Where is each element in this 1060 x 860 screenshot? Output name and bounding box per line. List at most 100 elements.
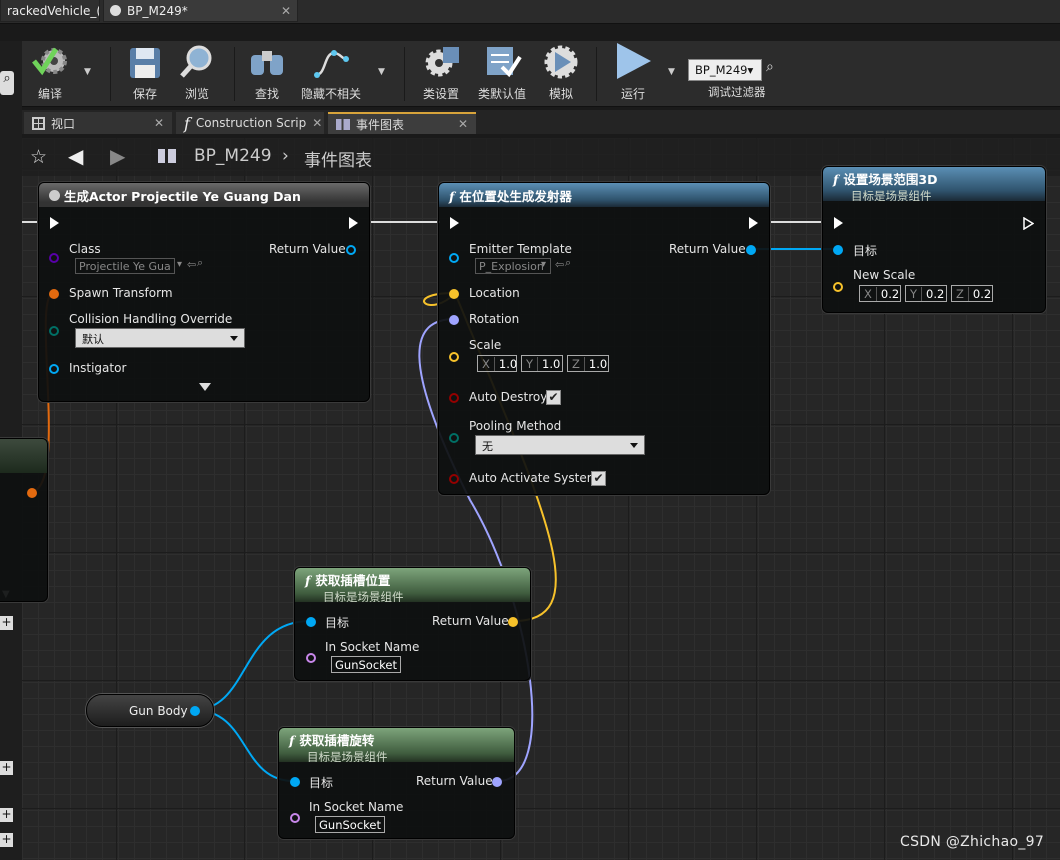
function-icon: f bbox=[289, 733, 295, 748]
new-scale-x-field[interactable]: X 0.2 bbox=[859, 285, 901, 302]
node-title: 生成Actor Projectile Ye Guang Dan bbox=[64, 189, 301, 204]
node-title: 设置场景范围3D bbox=[843, 172, 938, 187]
return-value-label: Return Value bbox=[269, 242, 346, 256]
axis-x-label: X bbox=[478, 356, 495, 371]
return-value-pin[interactable] bbox=[346, 245, 356, 255]
use-selected-arrow-icon[interactable]: ⇦ bbox=[555, 258, 564, 271]
output-pin[interactable] bbox=[190, 706, 200, 716]
scale-z-field[interactable]: Z 1.0 bbox=[567, 355, 609, 372]
target-pin[interactable] bbox=[290, 777, 300, 787]
pooling-method-label: Pooling Method bbox=[469, 419, 562, 433]
emitter-template-select[interactable]: P_Explosion bbox=[475, 258, 551, 274]
get-socket-rotation-node[interactable]: f 获取插槽旋转 目标是场景组件 目标 Return Value In Socke… bbox=[278, 727, 515, 839]
new-scale-label: New Scale bbox=[853, 268, 916, 282]
new-scale-y-value: 0.2 bbox=[926, 286, 945, 301]
return-value-label: Return Value bbox=[432, 614, 509, 628]
instigator-label: Instigator bbox=[69, 361, 127, 375]
function-icon: f bbox=[449, 189, 455, 204]
browse-icon[interactable]: ⌕ bbox=[197, 256, 203, 270]
socket-name-field[interactable]: GunSocket bbox=[331, 656, 401, 673]
new-scale-z-value: 0.2 bbox=[972, 286, 992, 301]
node-header: 生成Actor Projectile Ye Guang Dan bbox=[39, 183, 369, 207]
pooling-method-pin[interactable] bbox=[449, 433, 459, 443]
class-select[interactable]: Projectile Ye Gua bbox=[75, 258, 175, 274]
scale-pin[interactable] bbox=[449, 352, 459, 362]
emitter-template-label: Emitter Template bbox=[469, 242, 572, 256]
socket-name-pin[interactable] bbox=[290, 813, 300, 823]
expand-arrow-icon[interactable] bbox=[199, 383, 211, 391]
socket-name-pin[interactable] bbox=[306, 653, 316, 663]
collision-pin[interactable] bbox=[49, 326, 59, 336]
node-header: f 设置场景范围3D 目标是场景组件 bbox=[823, 167, 1045, 201]
partial-node[interactable] bbox=[0, 438, 48, 602]
watermark: CSDN @Zhichao_97 bbox=[900, 834, 1045, 850]
auto-activate-label: Auto Activate System bbox=[469, 471, 599, 485]
exec-in-pin[interactable] bbox=[450, 217, 459, 229]
get-socket-location-node[interactable]: f 获取插槽位置 目标是场景组件 目标 Return Value In Socke… bbox=[294, 567, 531, 681]
spawn-transform-label: Spawn Transform bbox=[69, 286, 173, 300]
scale-y-field[interactable]: Y 1.0 bbox=[521, 355, 563, 372]
auto-destroy-pin[interactable] bbox=[449, 393, 459, 403]
pooling-method-select[interactable]: 无 bbox=[475, 435, 645, 455]
auto-activate-pin[interactable] bbox=[449, 474, 459, 484]
forward-arrow-icon[interactable]: ▶ bbox=[110, 144, 125, 168]
browse-icon[interactable]: ⌕ bbox=[565, 256, 571, 270]
favorite-star-icon[interactable]: ☆ bbox=[30, 146, 47, 168]
set-scale-node[interactable]: f 设置场景范围3D 目标是场景组件 目标 New Scale X 0.2 Y 0.2… bbox=[822, 166, 1046, 313]
node-subtitle: 目标是场景组件 bbox=[323, 590, 404, 602]
object-wire bbox=[193, 620, 311, 711]
instigator-pin[interactable] bbox=[49, 364, 59, 374]
node-title: 在位置处生成发射器 bbox=[459, 189, 572, 204]
class-pin[interactable] bbox=[49, 253, 59, 263]
new-scale-x-value: 0.2 bbox=[880, 286, 900, 301]
breadcrumb-blueprint[interactable]: BP_M249 bbox=[194, 146, 272, 166]
chevron-right-icon: › bbox=[282, 146, 289, 166]
new-scale-pin[interactable] bbox=[833, 282, 843, 292]
exec-out-pin[interactable] bbox=[749, 217, 758, 229]
socket-name-label: In Socket Name bbox=[325, 640, 420, 654]
gun-body-variable-node[interactable]: Gun Body bbox=[86, 694, 214, 727]
rotation-pin[interactable] bbox=[449, 315, 459, 325]
rotation-label: Rotation bbox=[469, 312, 520, 326]
emitter-template-pin[interactable] bbox=[449, 253, 459, 263]
variable-label: Gun Body bbox=[129, 704, 188, 718]
target-label: 目标 bbox=[309, 776, 334, 790]
spawn-transform-pin[interactable] bbox=[49, 289, 59, 299]
breadcrumb-graph[interactable]: 事件图表 bbox=[304, 146, 372, 171]
target-label: 目标 bbox=[853, 244, 878, 258]
new-scale-y-field[interactable]: Y 0.2 bbox=[905, 285, 947, 302]
scale-x-field[interactable]: X 1.0 bbox=[477, 355, 517, 372]
scale-label: Scale bbox=[469, 338, 502, 352]
auto-activate-checkbox[interactable]: ✔ bbox=[591, 471, 606, 486]
node-header: f 获取插槽旋转 目标是场景组件 bbox=[279, 728, 514, 762]
collision-select[interactable]: 默认 bbox=[75, 328, 245, 348]
axis-z-label: Z bbox=[952, 286, 969, 301]
exec-in-pin[interactable] bbox=[50, 217, 59, 229]
spawn-emitter-node[interactable]: f 在位置处生成发射器 Emitter Template P_Explosion … bbox=[438, 182, 770, 495]
scale-z-value: 1.0 bbox=[588, 356, 608, 371]
use-selected-arrow-icon[interactable]: ⇦ bbox=[187, 258, 196, 271]
spawn-actor-node[interactable]: 生成Actor Projectile Ye Guang Dan Class Pr… bbox=[38, 182, 370, 402]
transform-pin[interactable] bbox=[27, 488, 37, 498]
return-value-pin[interactable] bbox=[746, 245, 756, 255]
chevron-down-icon[interactable]: ▾ bbox=[177, 259, 182, 270]
target-pin[interactable] bbox=[306, 617, 316, 627]
node-header: f 在位置处生成发射器 bbox=[439, 183, 769, 207]
collision-label: Collision Handling Override bbox=[69, 312, 233, 326]
location-pin[interactable] bbox=[449, 289, 459, 299]
new-scale-z-field[interactable]: Z 0.2 bbox=[951, 285, 993, 302]
exec-out-pin[interactable] bbox=[1023, 217, 1034, 230]
auto-destroy-checkbox[interactable]: ✔ bbox=[546, 390, 561, 405]
target-pin[interactable] bbox=[833, 245, 843, 255]
target-label: 目标 bbox=[325, 616, 350, 630]
socket-name-field[interactable]: GunSocket bbox=[315, 816, 385, 833]
node-subtitle: 目标是场景组件 bbox=[851, 189, 932, 201]
return-value-pin[interactable] bbox=[492, 777, 502, 787]
chevron-down-icon[interactable]: ▾ bbox=[541, 259, 546, 270]
node-header bbox=[0, 439, 47, 473]
back-arrow-icon[interactable]: ◀ bbox=[68, 144, 83, 168]
exec-out-pin[interactable] bbox=[349, 217, 358, 229]
return-value-pin[interactable] bbox=[508, 617, 518, 627]
function-icon: f bbox=[305, 573, 311, 588]
exec-in-pin[interactable] bbox=[834, 217, 843, 229]
